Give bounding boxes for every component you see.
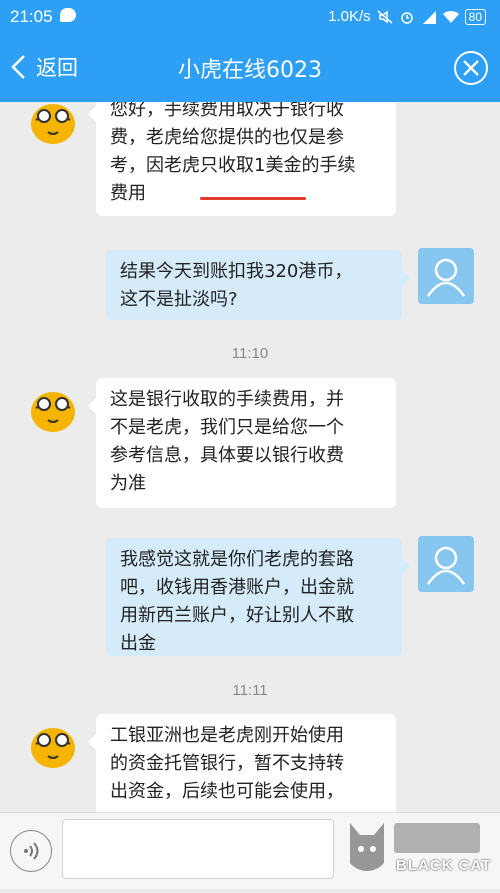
chat-area[interactable]: 您好，手续费用取决于银行收 费，老虎给您提供的也仅是参 考，因老虎只收取1美金的…	[0, 102, 500, 812]
mute-icon	[377, 9, 393, 24]
message-line: 吧，收钱用香港账户，出金就	[120, 577, 354, 598]
message-line: 考，因老虎只收取1美金的手续	[110, 155, 356, 176]
message-line: 为准	[110, 473, 146, 494]
black-cat-watermark: BLACK CAT	[332, 813, 492, 889]
voice-icon	[24, 842, 39, 860]
message-line: 出资金，后续也可能会使用，	[110, 781, 344, 802]
user-avatar-icon	[426, 546, 466, 585]
red-underline-mark	[200, 197, 306, 200]
message-line: 我感觉这就是你们老虎的套路	[120, 549, 354, 570]
message-line: 您好，手续费用取决于银行收	[110, 102, 344, 120]
black-cat-logo-icon	[350, 823, 480, 872]
message-line: 费用	[110, 183, 146, 204]
agent-message: 这是银行收取的手续费用，并 不是老虎，我们只是给您一个 参考信息，具体要以银行收…	[88, 378, 396, 508]
user-message: 我感觉这就是你们老虎的套路 吧，收钱用香港账户，出金就 用新西兰账户，好让别人不…	[106, 538, 410, 656]
timestamp: 11:11	[232, 682, 268, 699]
chat-title: 小虎在线6023	[178, 58, 322, 83]
message-line: 的资金托管银行，暂不支持转	[110, 753, 344, 774]
message-line: 费，老虎给您提供的也仅是参	[110, 127, 344, 148]
tiger-avatar-icon	[31, 392, 75, 432]
agent-message: 工银亚洲也是老虎刚开始使用 的资金托管银行，暂不支持转 出资金，后续也可能会使用…	[88, 714, 396, 812]
watermark-text: BLACK CAT	[396, 857, 492, 874]
header: 返回 小虎在线6023	[0, 34, 500, 102]
network-speed: 1.0K/s	[328, 8, 371, 25]
wifi-icon	[442, 10, 459, 23]
clock: 21:05	[10, 7, 53, 26]
tiger-avatar-icon	[31, 728, 75, 768]
signal-icon	[422, 10, 436, 24]
message-notification-icon	[60, 8, 76, 22]
battery-icon: 80	[464, 8, 486, 25]
user-message: 结果今天到账扣我320港币， 这不是扯淡吗?	[106, 250, 410, 320]
message-line: 工银亚洲也是老虎刚开始使用	[110, 725, 344, 746]
message-line: 参考信息，具体要以银行收费	[110, 445, 344, 466]
message-line: 出金	[120, 633, 156, 654]
message-line: 这是银行收取的手续费用，并	[110, 389, 344, 410]
message-input[interactable]	[62, 819, 334, 879]
voice-button[interactable]	[10, 830, 52, 872]
timestamp: 11:10	[231, 345, 269, 362]
status-icons: 1.0K/s 80	[328, 8, 486, 25]
tiger-avatar-icon	[31, 104, 75, 144]
input-bar: BLACK CAT	[0, 812, 500, 889]
user-avatar	[418, 248, 474, 304]
message-line: 结果今天到账扣我320港币，	[120, 261, 353, 282]
message-line: 用新西兰账户，好让别人不敢	[120, 605, 354, 626]
message-line: 这不是扯淡吗?	[120, 289, 238, 310]
alarm-icon	[400, 11, 413, 24]
status-bar: 21:05 1.0K/s 80	[0, 0, 500, 34]
user-avatar	[418, 536, 474, 592]
close-icon	[463, 60, 479, 76]
message-line: 不是老虎，我们只是给您一个	[110, 417, 344, 438]
close-button[interactable]	[454, 51, 488, 85]
user-avatar-icon	[426, 258, 466, 297]
